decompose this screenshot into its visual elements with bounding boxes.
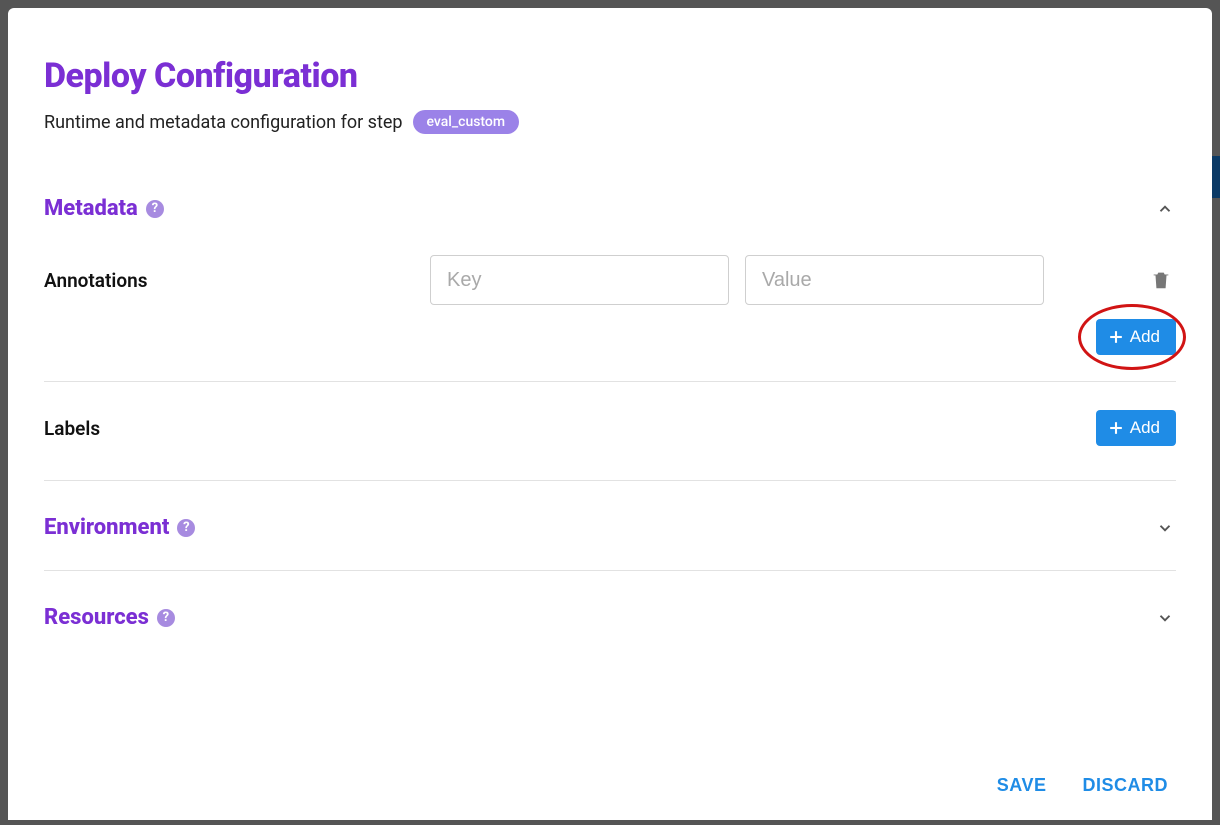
chevron-down-icon[interactable] <box>1154 607 1176 629</box>
chevron-up-icon[interactable] <box>1154 198 1176 220</box>
section-head-metadata[interactable]: Metadata ? <box>44 162 1176 231</box>
annotation-value-input[interactable] <box>745 255 1044 305</box>
help-icon[interactable]: ? <box>146 200 164 218</box>
section-title-environment: Environment ? <box>44 515 195 540</box>
add-annotation-label: Add <box>1130 327 1160 347</box>
annotations-block: Annotations Add <box>44 231 1176 382</box>
section-title-metadata: Metadata ? <box>44 196 164 221</box>
section-title-label: Environment <box>44 515 169 540</box>
dialog-title: Deploy Configuration <box>44 56 1176 96</box>
step-name-pill: eval_custom <box>413 110 520 134</box>
annotations-add-row: Add <box>44 319 1176 355</box>
section-head-environment[interactable]: Environment ? <box>44 481 1176 571</box>
dialog-header: Deploy Configuration Runtime and metadat… <box>8 8 1212 162</box>
trash-icon[interactable] <box>1146 264 1176 296</box>
deploy-config-dialog: Deploy Configuration Runtime and metadat… <box>8 8 1212 820</box>
labels-label: Labels <box>44 417 414 440</box>
add-annotation-button[interactable]: Add <box>1096 319 1176 355</box>
save-button[interactable]: SAVE <box>997 775 1047 796</box>
section-title-label: Resources <box>44 605 149 630</box>
add-label-button[interactable]: Add <box>1096 410 1176 446</box>
section-title-resources: Resources ? <box>44 605 175 630</box>
help-icon[interactable]: ? <box>157 609 175 627</box>
annotations-row: Annotations <box>44 255 1176 305</box>
add-label-label: Add <box>1130 418 1160 438</box>
section-head-resources[interactable]: Resources ? <box>44 571 1176 640</box>
discard-button[interactable]: DISCARD <box>1082 775 1168 796</box>
dialog-scroll-area[interactable]: Metadata ? Annotations Add <box>8 162 1212 750</box>
chevron-down-icon[interactable] <box>1154 517 1176 539</box>
section-title-label: Metadata <box>44 196 138 221</box>
help-icon[interactable]: ? <box>177 519 195 537</box>
subtitle-text: Runtime and metadata configuration for s… <box>44 112 403 133</box>
spacer <box>44 640 1176 680</box>
dialog-footer: SAVE DISCARD <box>8 750 1212 820</box>
labels-block: Labels Add <box>44 382 1176 481</box>
annotations-label: Annotations <box>44 269 414 292</box>
annotation-key-input[interactable] <box>430 255 729 305</box>
dialog-subtitle: Runtime and metadata configuration for s… <box>44 110 1176 134</box>
